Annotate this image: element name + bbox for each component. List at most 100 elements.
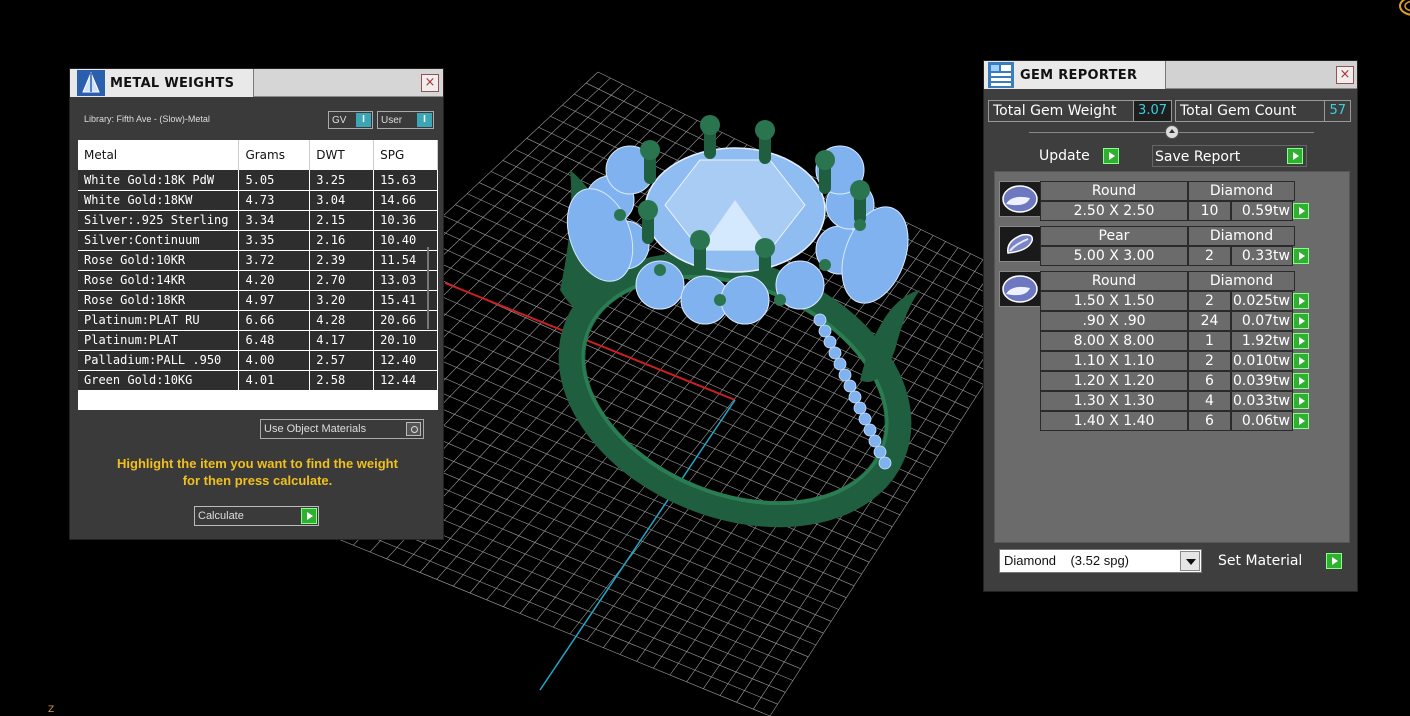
halo-stone xyxy=(720,275,770,325)
vertical-scrollbar[interactable] xyxy=(427,247,429,329)
metal-name-cell: White Gold:18KW xyxy=(78,190,240,211)
set-material-button[interactable]: Set Material xyxy=(1216,550,1352,572)
slider-knob-icon[interactable] xyxy=(1165,125,1179,139)
spg-cell: 12.44 xyxy=(373,370,438,391)
metal-table-row[interactable]: Rose Gold:18KR 4.97 3.20 15.41 xyxy=(78,290,438,311)
gem-reporter-tab[interactable]: GEM REPORTER xyxy=(984,61,1166,89)
metal-table-header: Metal Grams DWT SPG xyxy=(78,140,438,170)
gem-count-cell: 2 xyxy=(1188,246,1231,266)
metal-weights-panel: METAL WEIGHTS × Library: Fifth Ave - (Sl… xyxy=(69,68,444,540)
gem-group[interactable]: Pear Diamond 5.00 X 3.00 2 0.33tw xyxy=(995,226,1351,266)
play-icon[interactable] xyxy=(1293,313,1309,329)
spg-cell: 12.40 xyxy=(373,350,438,371)
metal-table-row[interactable]: Green Gold:10KG 4.01 2.58 12.44 xyxy=(78,370,438,391)
play-icon[interactable] xyxy=(1103,148,1119,164)
metal-table-row[interactable]: Palladium:PALL .950 4.00 2.57 12.40 xyxy=(78,350,438,371)
metal-table-container[interactable]: Metal Grams DWT SPG White Gold:18K PdW 5.… xyxy=(78,140,438,410)
metal-table-row[interactable]: Rose Gold:10KR 3.72 2.39 11.54 xyxy=(78,250,438,271)
metal-name-cell: Silver:Continuum xyxy=(78,230,240,251)
close-icon[interactable]: × xyxy=(421,74,439,92)
gem-weight-cell: 0.33tw xyxy=(1231,246,1293,266)
prong-tip xyxy=(755,120,775,140)
metal-table-row[interactable]: Silver:.925 Sterling 3.34 2.15 10.36 xyxy=(78,210,438,231)
round-gem-icon[interactable] xyxy=(999,181,1041,217)
gem-reporter-titlebar[interactable]: GEM REPORTER × xyxy=(984,61,1357,89)
set-material-label: Set Material xyxy=(1218,553,1303,569)
metal-weights-tab[interactable]: METAL WEIGHTS xyxy=(70,69,254,97)
metal-name-cell: Rose Gold:14KR xyxy=(78,270,240,291)
gem-shape-cell: Round xyxy=(1040,181,1188,201)
instruction-line-2: for then press calculate. xyxy=(182,473,333,488)
metal-weights-titlebar[interactable]: METAL WEIGHTS × xyxy=(70,69,443,97)
metal-table-row[interactable]: White Gold:18K PdW 5.05 3.25 15.63 xyxy=(78,170,438,191)
user-toggle[interactable]: User I xyxy=(377,111,434,129)
gem-weight-cell: 1.92tw xyxy=(1231,331,1293,351)
gv-toggle-button[interactable]: I xyxy=(356,113,371,127)
save-report-button[interactable]: Save Report xyxy=(1152,145,1307,167)
gem-size-cell: 1.10 X 1.10 xyxy=(1040,351,1188,371)
metal-table-row[interactable]: Platinum:PLAT RU 6.66 4.28 20.66 xyxy=(78,310,438,331)
gem-count-cell: 6 xyxy=(1188,371,1231,391)
play-icon[interactable] xyxy=(1293,393,1309,409)
chevron-down-icon[interactable] xyxy=(1180,551,1200,571)
play-icon[interactable] xyxy=(1287,148,1303,164)
gem-size-cell: 8.00 X 8.00 xyxy=(1040,331,1188,351)
prong-tip xyxy=(638,200,658,220)
play-icon[interactable] xyxy=(1293,203,1309,219)
gem-group[interactable]: Round Diamond 2.50 X 2.50 10 0.59tw xyxy=(995,181,1351,221)
pear-gem-icon[interactable] xyxy=(999,226,1041,262)
metal-name-cell: Rose Gold:18KR xyxy=(78,290,240,311)
material-dropdown[interactable]: Diamond (3.52 spg) xyxy=(999,549,1202,573)
metal-name-cell: Platinum:PLAT xyxy=(78,330,240,351)
play-icon[interactable] xyxy=(1326,553,1342,569)
gv-toggle-label: GV xyxy=(332,114,347,126)
play-icon[interactable] xyxy=(1293,413,1309,429)
checkbox-icon[interactable] xyxy=(406,422,421,436)
dwt-cell: 2.58 xyxy=(309,370,375,391)
gem-reporter-panel: GEM REPORTER × Total Gem Weight 3.07 Tot… xyxy=(983,60,1358,592)
bead-prong xyxy=(819,259,831,271)
gem-list[interactable]: Round Diamond 2.50 X 2.50 10 0.59tw Pear Diamo… xyxy=(994,171,1350,543)
gem-count-cell: 24 xyxy=(1188,311,1231,331)
metal-name-cell: Platinum:PLAT RU xyxy=(78,310,240,331)
play-icon[interactable] xyxy=(1293,248,1309,264)
play-icon[interactable] xyxy=(1293,373,1309,389)
column-header-metal[interactable]: Metal xyxy=(78,140,240,170)
grams-cell: 3.72 xyxy=(238,250,311,271)
metal-table-row[interactable]: Rose Gold:14KR 4.20 2.70 13.03 xyxy=(78,270,438,291)
column-header-grams[interactable]: Grams xyxy=(238,140,311,170)
update-button[interactable]: Update xyxy=(1039,145,1124,167)
column-header-spg[interactable]: SPG xyxy=(373,140,438,170)
pave-stone xyxy=(828,346,842,360)
bead-prong xyxy=(714,294,726,306)
use-object-materials-checkbox[interactable]: Use Object Materials xyxy=(260,419,424,439)
round-gem-icon[interactable] xyxy=(999,271,1041,307)
total-gem-count-value: 57 xyxy=(1324,101,1350,121)
calculate-button[interactable]: Calculate xyxy=(194,506,319,526)
pave-stone xyxy=(848,390,862,404)
metal-table-row[interactable]: Silver:Continuum 3.35 2.16 10.40 xyxy=(78,230,438,251)
gem-group[interactable]: Round Diamond 1.50 X 1.50 2 0.025tw .90 X .90… xyxy=(995,271,1351,431)
play-icon[interactable] xyxy=(1293,293,1309,309)
gem-size-cell: 1.50 X 1.50 xyxy=(1040,291,1188,311)
grams-cell: 4.73 xyxy=(238,190,311,211)
pave-stone xyxy=(818,324,832,338)
spg-cell: 10.36 xyxy=(373,210,438,231)
close-icon[interactable]: × xyxy=(1336,66,1354,84)
gem-weight-cell: 0.025tw xyxy=(1231,291,1293,311)
bead-prong xyxy=(614,209,626,221)
gv-toggle[interactable]: GV I xyxy=(328,111,373,129)
play-icon[interactable] xyxy=(1293,333,1309,349)
user-toggle-button[interactable]: I xyxy=(417,113,432,127)
play-icon[interactable] xyxy=(1293,353,1309,369)
pave-stone xyxy=(823,335,837,349)
total-gem-weight-value: 3.07 xyxy=(1133,101,1171,121)
metal-table-row[interactable]: Platinum:PLAT 6.48 4.17 20.10 xyxy=(78,330,438,351)
pave-stone xyxy=(833,357,847,371)
gem-reporter-title: GEM REPORTER xyxy=(1020,67,1138,83)
metal-table-row[interactable]: White Gold:18KW 4.73 3.04 14.66 xyxy=(78,190,438,211)
gem-count-cell: 10 xyxy=(1188,201,1231,221)
column-header-dwt[interactable]: DWT xyxy=(309,140,375,170)
play-icon[interactable] xyxy=(301,508,317,524)
dwt-cell: 3.20 xyxy=(309,290,375,311)
